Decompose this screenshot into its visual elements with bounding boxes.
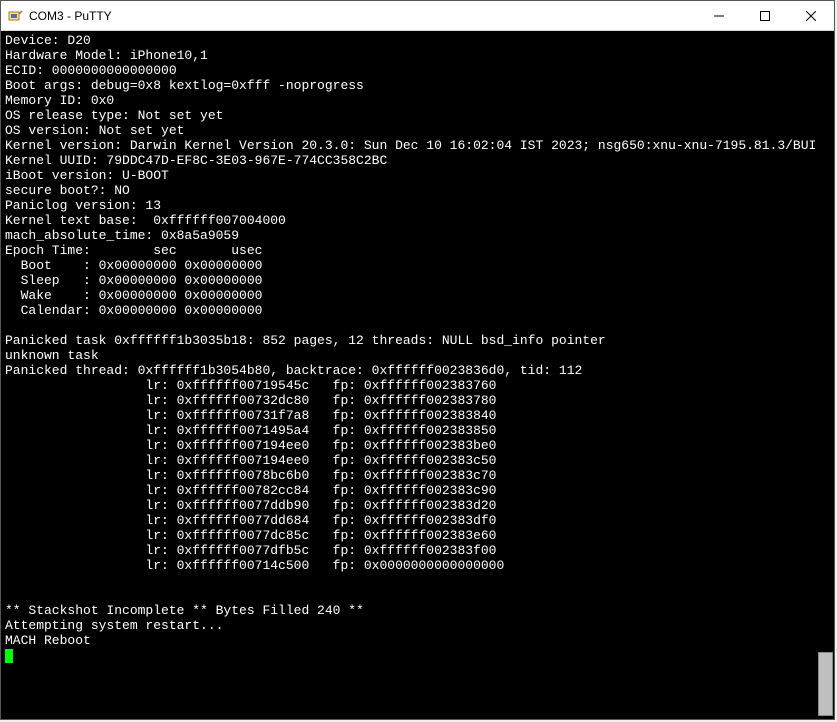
scrollbar-thumb[interactable] [818, 652, 833, 716]
putty-icon [7, 8, 23, 24]
window-title: COM3 - PuTTY [29, 9, 696, 23]
minimize-icon [714, 11, 724, 21]
window-controls [696, 1, 834, 30]
maximize-icon [760, 11, 770, 21]
terminal-area: Device: D20 Hardware Model: iPhone10,1 E… [1, 31, 834, 719]
terminal-output[interactable]: Device: D20 Hardware Model: iPhone10,1 E… [1, 31, 817, 719]
terminal-cursor [5, 649, 13, 663]
close-button[interactable] [788, 1, 834, 30]
titlebar[interactable]: COM3 - PuTTY [1, 1, 834, 31]
maximize-button[interactable] [742, 1, 788, 30]
minimize-button[interactable] [696, 1, 742, 30]
putty-window: COM3 - PuTTY Device: D20 Hardware Model:… [0, 0, 835, 720]
close-icon [806, 11, 816, 21]
scrollbar-track[interactable] [817, 31, 834, 719]
